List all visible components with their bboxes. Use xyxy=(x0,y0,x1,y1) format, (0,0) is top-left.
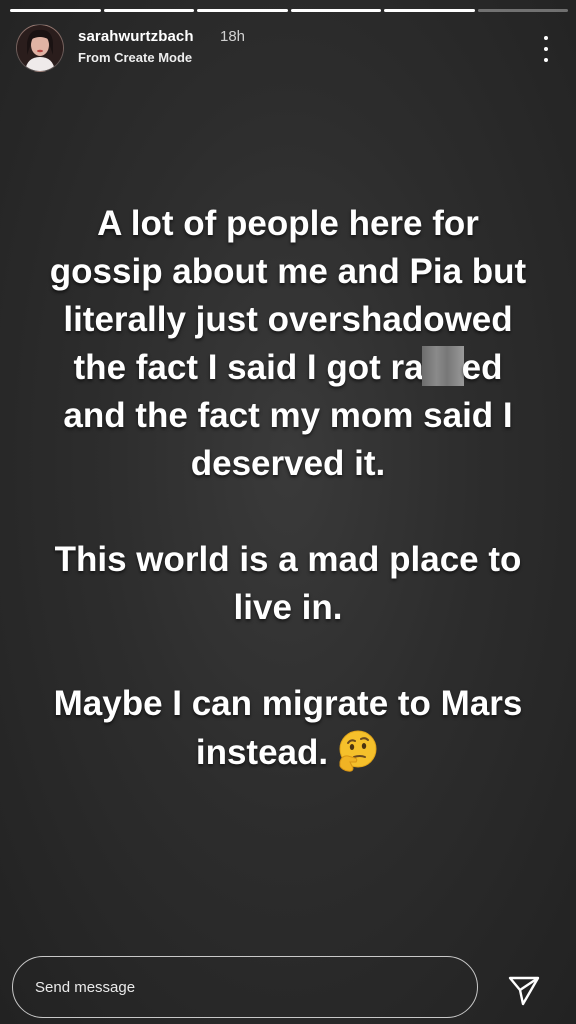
progress-fill xyxy=(384,9,475,12)
username[interactable]: sarahwurtzbach xyxy=(78,28,194,45)
progress-fill xyxy=(197,9,288,12)
paper-plane-icon xyxy=(508,976,540,1006)
progress-segment xyxy=(10,9,101,12)
profile-photo-icon xyxy=(17,25,63,71)
story-paragraph-3: Maybe I can migrate to Mars instead. xyxy=(40,680,536,777)
more-vertical-icon xyxy=(544,36,548,40)
thinking-face-icon xyxy=(339,730,377,772)
more-options-button[interactable] xyxy=(538,34,554,64)
avatar[interactable] xyxy=(16,24,64,72)
send-message-input[interactable] xyxy=(12,956,478,1018)
post-time: 18h xyxy=(220,28,246,45)
progress-fill xyxy=(290,9,381,12)
censor-block xyxy=(421,346,464,386)
story-paragraph-3-text: Maybe I can migrate to Mars instead. xyxy=(53,684,523,772)
story-source-label: From Create Mode xyxy=(78,50,193,65)
story-paragraph-1: A lot of people here for gossip about me… xyxy=(40,200,536,488)
more-dot xyxy=(544,58,548,62)
progress-segment xyxy=(384,9,475,12)
progress-fill xyxy=(103,9,194,12)
progress-fill xyxy=(10,9,101,12)
more-dot xyxy=(544,47,548,51)
progress-segment xyxy=(197,9,288,12)
story-paragraph-2: This world is a mad place to live in. xyxy=(54,540,522,627)
story-footer xyxy=(0,934,576,1024)
story-progress-bar xyxy=(10,9,568,12)
progress-segment xyxy=(290,9,381,12)
story-header: sarahwurtzbach 18h From Create Mode xyxy=(16,24,560,72)
progress-segment xyxy=(103,9,194,12)
story-text: A lot of people here for gossip about me… xyxy=(40,200,536,777)
share-button[interactable] xyxy=(506,972,542,1008)
progress-segment xyxy=(477,9,568,12)
story-view[interactable]: sarahwurtzbach 18h From Create Mode A lo… xyxy=(0,0,576,1024)
